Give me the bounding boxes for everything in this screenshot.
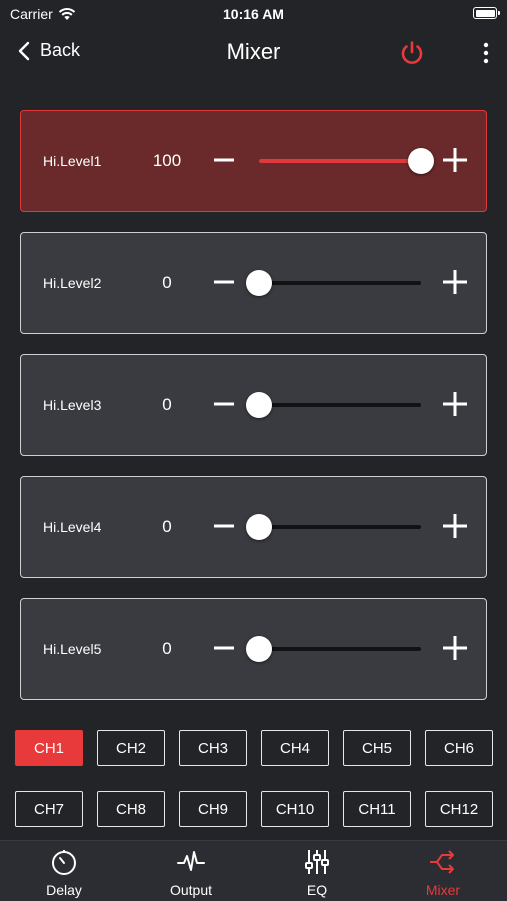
ch-button-1[interactable]: CH1: [15, 730, 83, 766]
increase-button[interactable]: [441, 634, 469, 662]
channel-card-hi-level3: Hi.Level3 0: [20, 354, 487, 456]
slider-thumb[interactable]: [246, 392, 272, 418]
increase-button[interactable]: [441, 390, 469, 418]
shuffle-icon: [430, 850, 454, 874]
minus-icon: [214, 646, 234, 650]
channel-card-hi-level5: Hi.Level5 0: [20, 598, 487, 700]
tab-label: Mixer: [425, 882, 461, 898]
channel-value: 0: [162, 639, 172, 658]
tab-delay[interactable]: Delay: [14, 841, 114, 901]
tab-output[interactable]: Output: [141, 841, 241, 901]
level-slider[interactable]: [246, 269, 421, 297]
channel-label: Hi.Level3: [43, 397, 102, 413]
sliders-icon: [305, 850, 329, 874]
minus-icon: [214, 158, 234, 162]
increase-button[interactable]: [441, 512, 469, 540]
channel-card-hi-level1: Hi.Level1 100: [20, 110, 487, 212]
nav-bar: Back Mixer: [0, 28, 507, 78]
channel-label: Hi.Level2: [43, 275, 102, 291]
ch-button-5[interactable]: CH5: [343, 730, 411, 766]
channel-value: 0: [162, 273, 172, 292]
ch-button-10[interactable]: CH10: [261, 791, 329, 827]
slider-thumb[interactable]: [408, 148, 434, 174]
level-slider[interactable]: [259, 147, 434, 175]
more-options-button[interactable]: [478, 40, 494, 68]
ch-button-12[interactable]: CH12: [425, 791, 493, 827]
tab-label: Delay: [46, 882, 82, 898]
channel-card-hi-level4: Hi.Level4 0: [20, 476, 487, 578]
channel-label: Hi.Level4: [43, 519, 102, 535]
tab-eq[interactable]: EQ: [267, 841, 367, 901]
slider-thumb[interactable]: [246, 636, 272, 662]
tab-bar: Delay Output EQ Mixer: [0, 840, 507, 901]
increase-button[interactable]: [441, 268, 469, 296]
slider-thumb[interactable]: [246, 270, 272, 296]
channel-value: 100: [152, 151, 182, 170]
ch-button-3[interactable]: CH3: [179, 730, 247, 766]
more-vertical-icon: [483, 42, 489, 64]
minus-icon: [214, 524, 234, 528]
power-button[interactable]: [398, 39, 426, 67]
status-bar: Carrier 10:16 AM: [0, 0, 507, 28]
tab-label: Output: [169, 882, 213, 898]
tab-label: EQ: [306, 882, 328, 898]
plus-icon: [443, 392, 467, 416]
channel-label: Hi.Level5: [43, 641, 102, 657]
decrease-button[interactable]: [211, 513, 237, 539]
channel-value: 0: [162, 395, 172, 414]
level-slider[interactable]: [246, 391, 421, 419]
minus-icon: [214, 402, 234, 406]
plus-icon: [443, 270, 467, 294]
channel-value: 0: [162, 517, 172, 536]
decrease-button[interactable]: [211, 635, 237, 661]
plus-icon: [443, 636, 467, 660]
channel-label: Hi.Level1: [43, 153, 102, 169]
ch-button-9[interactable]: CH9: [179, 791, 247, 827]
page-title: Mixer: [226, 39, 281, 64]
decrease-button[interactable]: [211, 269, 237, 295]
tab-mixer[interactable]: Mixer: [393, 841, 493, 901]
increase-button[interactable]: [441, 146, 469, 174]
ch-button-4[interactable]: CH4: [261, 730, 329, 766]
status-time: 10:16 AM: [223, 6, 284, 22]
ch-button-6[interactable]: CH6: [425, 730, 493, 766]
ch-button-2[interactable]: CH2: [97, 730, 165, 766]
plus-icon: [443, 514, 467, 538]
slider-thumb[interactable]: [246, 514, 272, 540]
stopwatch-icon: [52, 850, 76, 875]
channel-card-hi-level2: Hi.Level2 0: [20, 232, 487, 334]
plus-icon: [443, 148, 467, 172]
minus-icon: [214, 280, 234, 284]
ch-button-7[interactable]: CH7: [15, 791, 83, 827]
battery-icon: [473, 7, 500, 19]
level-slider[interactable]: [246, 635, 421, 663]
waveform-icon: [177, 851, 205, 871]
decrease-button[interactable]: [211, 391, 237, 417]
power-icon: [401, 41, 423, 64]
ch-button-8[interactable]: CH8: [97, 791, 165, 827]
decrease-button[interactable]: [211, 147, 237, 173]
ch-button-11[interactable]: CH11: [343, 791, 411, 827]
level-slider[interactable]: [246, 513, 421, 541]
